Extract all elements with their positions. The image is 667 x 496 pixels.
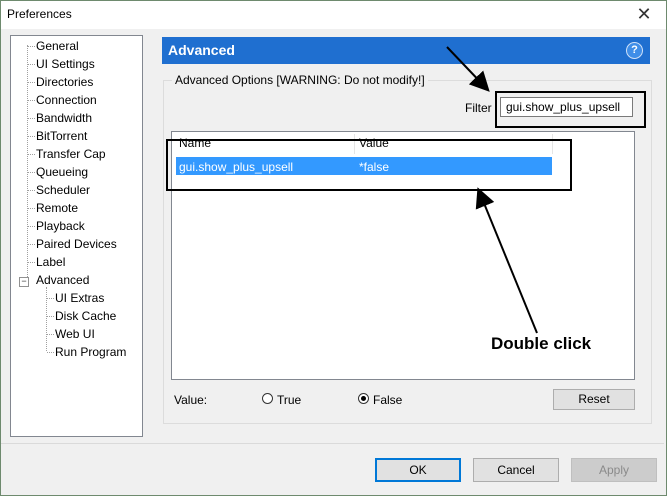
radio-selected-dot: [361, 396, 366, 401]
arrow-to-row: [475, 187, 538, 334]
annotation-text: Double click: [491, 334, 592, 353]
radio-true-label[interactable]: True: [277, 393, 301, 407]
radio-false-label[interactable]: False: [373, 393, 402, 407]
radio-false[interactable]: [358, 393, 369, 404]
ok-button[interactable]: OK: [375, 458, 461, 482]
footer-separator: [1, 443, 664, 444]
annotation-arrows: [446, 46, 538, 334]
value-label: Value:: [174, 393, 208, 407]
radio-true[interactable]: [262, 393, 273, 404]
reset-button[interactable]: Reset: [553, 389, 635, 410]
apply-button[interactable]: Apply: [571, 458, 657, 482]
cancel-button[interactable]: Cancel: [473, 458, 559, 482]
arrow-to-filter: [446, 46, 490, 92]
